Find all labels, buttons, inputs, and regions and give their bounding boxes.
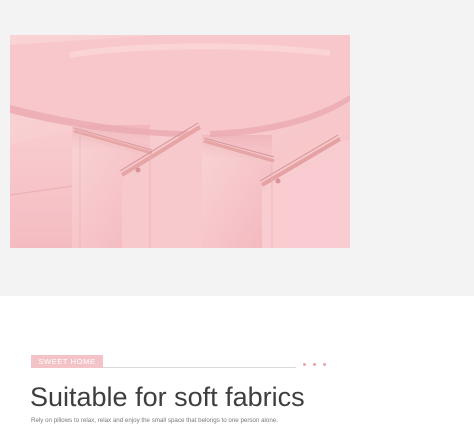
- dot-icon: [303, 363, 306, 366]
- decorative-dots: [303, 363, 326, 366]
- section-title: Suitable for soft fabrics: [30, 382, 305, 412]
- laundry-bag-illustration: [10, 35, 350, 248]
- dot-icon: [313, 363, 316, 366]
- section-divider: [103, 367, 296, 368]
- page: SWEET HOME Suitable for soft fabrics Rel…: [0, 0, 474, 445]
- sweet-home-tag: SWEET HOME: [31, 355, 103, 368]
- section-caption: Rely on pillows to relax, relax and enjo…: [31, 417, 278, 424]
- product-photo-panel: [0, 0, 474, 296]
- pink-laundry-bag-photo: [10, 35, 350, 248]
- dot-icon: [323, 363, 326, 366]
